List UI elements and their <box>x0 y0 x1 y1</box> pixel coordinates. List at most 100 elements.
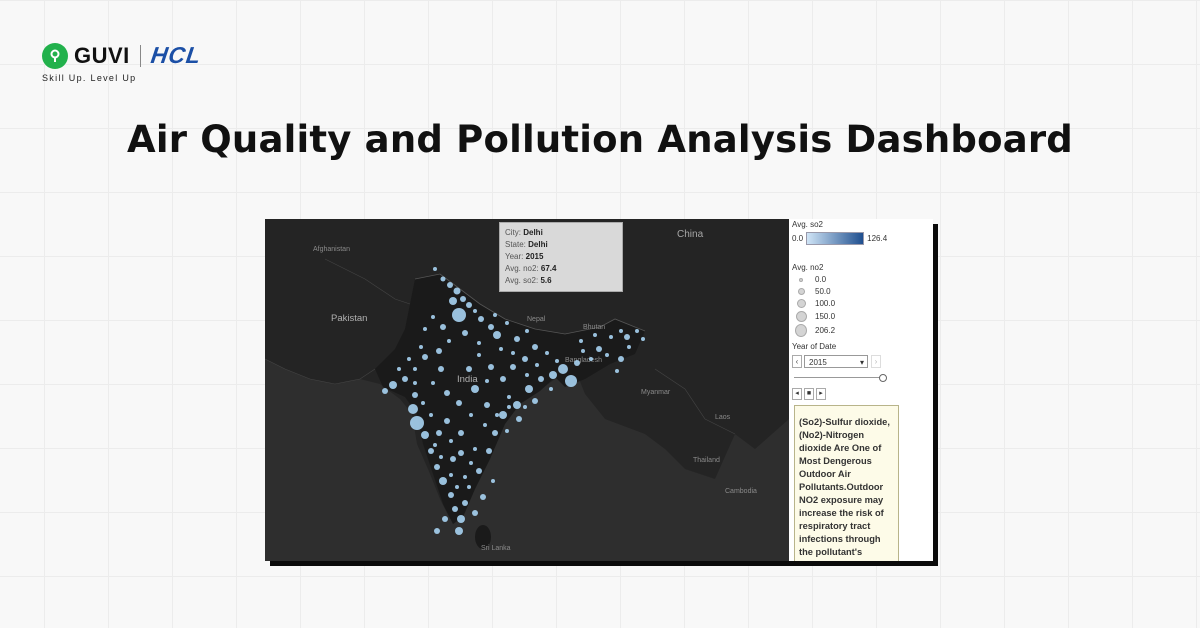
city-pollution-point[interactable] <box>488 324 494 330</box>
city-pollution-point[interactable] <box>434 464 440 470</box>
city-pollution-point[interactable] <box>507 395 511 399</box>
city-pollution-point[interactable] <box>511 351 515 355</box>
city-pollution-point[interactable] <box>431 315 435 319</box>
city-pollution-point[interactable] <box>456 400 462 406</box>
city-pollution-point[interactable] <box>469 413 473 417</box>
city-pollution-point[interactable] <box>514 336 520 342</box>
city-pollution-point[interactable] <box>421 401 425 405</box>
city-pollution-point[interactable] <box>477 341 481 345</box>
city-pollution-point[interactable] <box>453 287 461 295</box>
city-pollution-point[interactable] <box>452 506 458 512</box>
play-button[interactable]: ▸ <box>816 388 826 400</box>
city-pollution-point[interactable] <box>581 349 585 353</box>
city-pollution-point[interactable] <box>480 494 486 500</box>
city-pollution-point[interactable] <box>444 418 450 424</box>
year-slider-track[interactable] <box>794 377 882 378</box>
city-pollution-point[interactable] <box>431 381 435 385</box>
city-pollution-point[interactable] <box>469 461 473 465</box>
city-pollution-point[interactable] <box>419 345 423 349</box>
city-pollution-point[interactable] <box>428 448 434 454</box>
city-pollution-point[interactable] <box>457 515 465 523</box>
city-pollution-point[interactable] <box>466 302 472 308</box>
city-pollution-point[interactable] <box>565 375 577 387</box>
city-pollution-point[interactable] <box>499 411 507 419</box>
city-pollution-point[interactable] <box>555 359 559 363</box>
city-pollution-point[interactable] <box>505 321 509 325</box>
city-pollution-point[interactable] <box>439 455 443 459</box>
city-pollution-point[interactable] <box>449 297 457 305</box>
city-pollution-point[interactable] <box>440 324 446 330</box>
year-prev-button[interactable]: ‹ <box>792 355 802 368</box>
city-pollution-point[interactable] <box>471 385 479 393</box>
city-pollution-point[interactable] <box>447 282 453 288</box>
year-slider-handle[interactable] <box>879 374 887 382</box>
city-pollution-point[interactable] <box>422 354 428 360</box>
city-pollution-point[interactable] <box>535 363 539 367</box>
city-pollution-point[interactable] <box>605 353 609 357</box>
city-pollution-point[interactable] <box>413 367 417 371</box>
city-pollution-point[interactable] <box>499 347 503 351</box>
city-pollution-point[interactable] <box>439 477 447 485</box>
city-pollution-point[interactable] <box>545 351 549 355</box>
city-pollution-point[interactable] <box>609 335 613 339</box>
city-pollution-point[interactable] <box>436 348 442 354</box>
city-pollution-point[interactable] <box>444 390 450 396</box>
city-pollution-point[interactable] <box>447 339 451 343</box>
city-pollution-point[interactable] <box>389 381 397 389</box>
city-pollution-point[interactable] <box>449 439 453 443</box>
city-pollution-point[interactable] <box>436 430 442 436</box>
city-pollution-point[interactable] <box>413 381 417 385</box>
city-pollution-point[interactable] <box>505 429 509 433</box>
city-pollution-point[interactable] <box>442 516 448 522</box>
city-pollution-point[interactable] <box>438 366 444 372</box>
city-pollution-point[interactable] <box>615 369 619 373</box>
city-pollution-point[interactable] <box>433 443 437 447</box>
city-pollution-point[interactable] <box>532 398 538 404</box>
city-pollution-point[interactable] <box>440 276 446 282</box>
city-pollution-point[interactable] <box>478 316 484 322</box>
city-pollution-point[interactable] <box>458 430 464 436</box>
city-pollution-point[interactable] <box>421 431 429 439</box>
city-pollution-point[interactable] <box>549 387 553 391</box>
city-pollution-point[interactable] <box>455 527 463 535</box>
city-pollution-point[interactable] <box>382 388 388 394</box>
city-pollution-point[interactable] <box>483 423 487 427</box>
city-pollution-point[interactable] <box>462 500 468 506</box>
city-pollution-point[interactable] <box>412 392 418 398</box>
city-pollution-point[interactable] <box>402 376 408 382</box>
city-pollution-point[interactable] <box>477 353 481 357</box>
city-pollution-point[interactable] <box>516 416 522 422</box>
city-pollution-point[interactable] <box>462 330 468 336</box>
city-pollution-point[interactable] <box>486 448 492 454</box>
city-pollution-point[interactable] <box>466 366 472 372</box>
city-pollution-point[interactable] <box>513 401 521 409</box>
year-next-button[interactable]: › <box>871 355 881 368</box>
city-pollution-point[interactable] <box>619 329 623 333</box>
city-pollution-point[interactable] <box>507 405 511 409</box>
stop-button[interactable]: ■ <box>804 388 814 400</box>
city-pollution-point[interactable] <box>525 329 529 333</box>
city-pollution-point[interactable] <box>455 485 459 489</box>
city-pollution-point[interactable] <box>450 456 456 462</box>
city-pollution-point[interactable] <box>522 356 528 362</box>
city-pollution-point[interactable] <box>452 308 466 322</box>
city-pollution-point[interactable] <box>485 379 489 383</box>
year-select[interactable]: 2015 ▾ <box>804 355 868 368</box>
city-pollution-point[interactable] <box>493 331 501 339</box>
city-pollution-point[interactable] <box>408 404 418 414</box>
city-pollution-point[interactable] <box>523 405 527 409</box>
city-pollution-point[interactable] <box>525 373 529 377</box>
city-pollution-point[interactable] <box>574 360 580 366</box>
city-pollution-point[interactable] <box>596 346 602 352</box>
city-pollution-point[interactable] <box>433 267 437 271</box>
city-pollution-point[interactable] <box>429 413 433 417</box>
city-pollution-point[interactable] <box>463 475 467 479</box>
city-pollution-point[interactable] <box>635 329 639 333</box>
city-pollution-point[interactable] <box>579 339 583 343</box>
city-pollution-point[interactable] <box>500 376 506 382</box>
city-pollution-point[interactable] <box>525 385 533 393</box>
city-pollution-point[interactable] <box>449 473 453 477</box>
city-pollution-point[interactable] <box>538 376 544 382</box>
city-pollution-point[interactable] <box>410 416 424 430</box>
city-pollution-point[interactable] <box>472 510 478 516</box>
